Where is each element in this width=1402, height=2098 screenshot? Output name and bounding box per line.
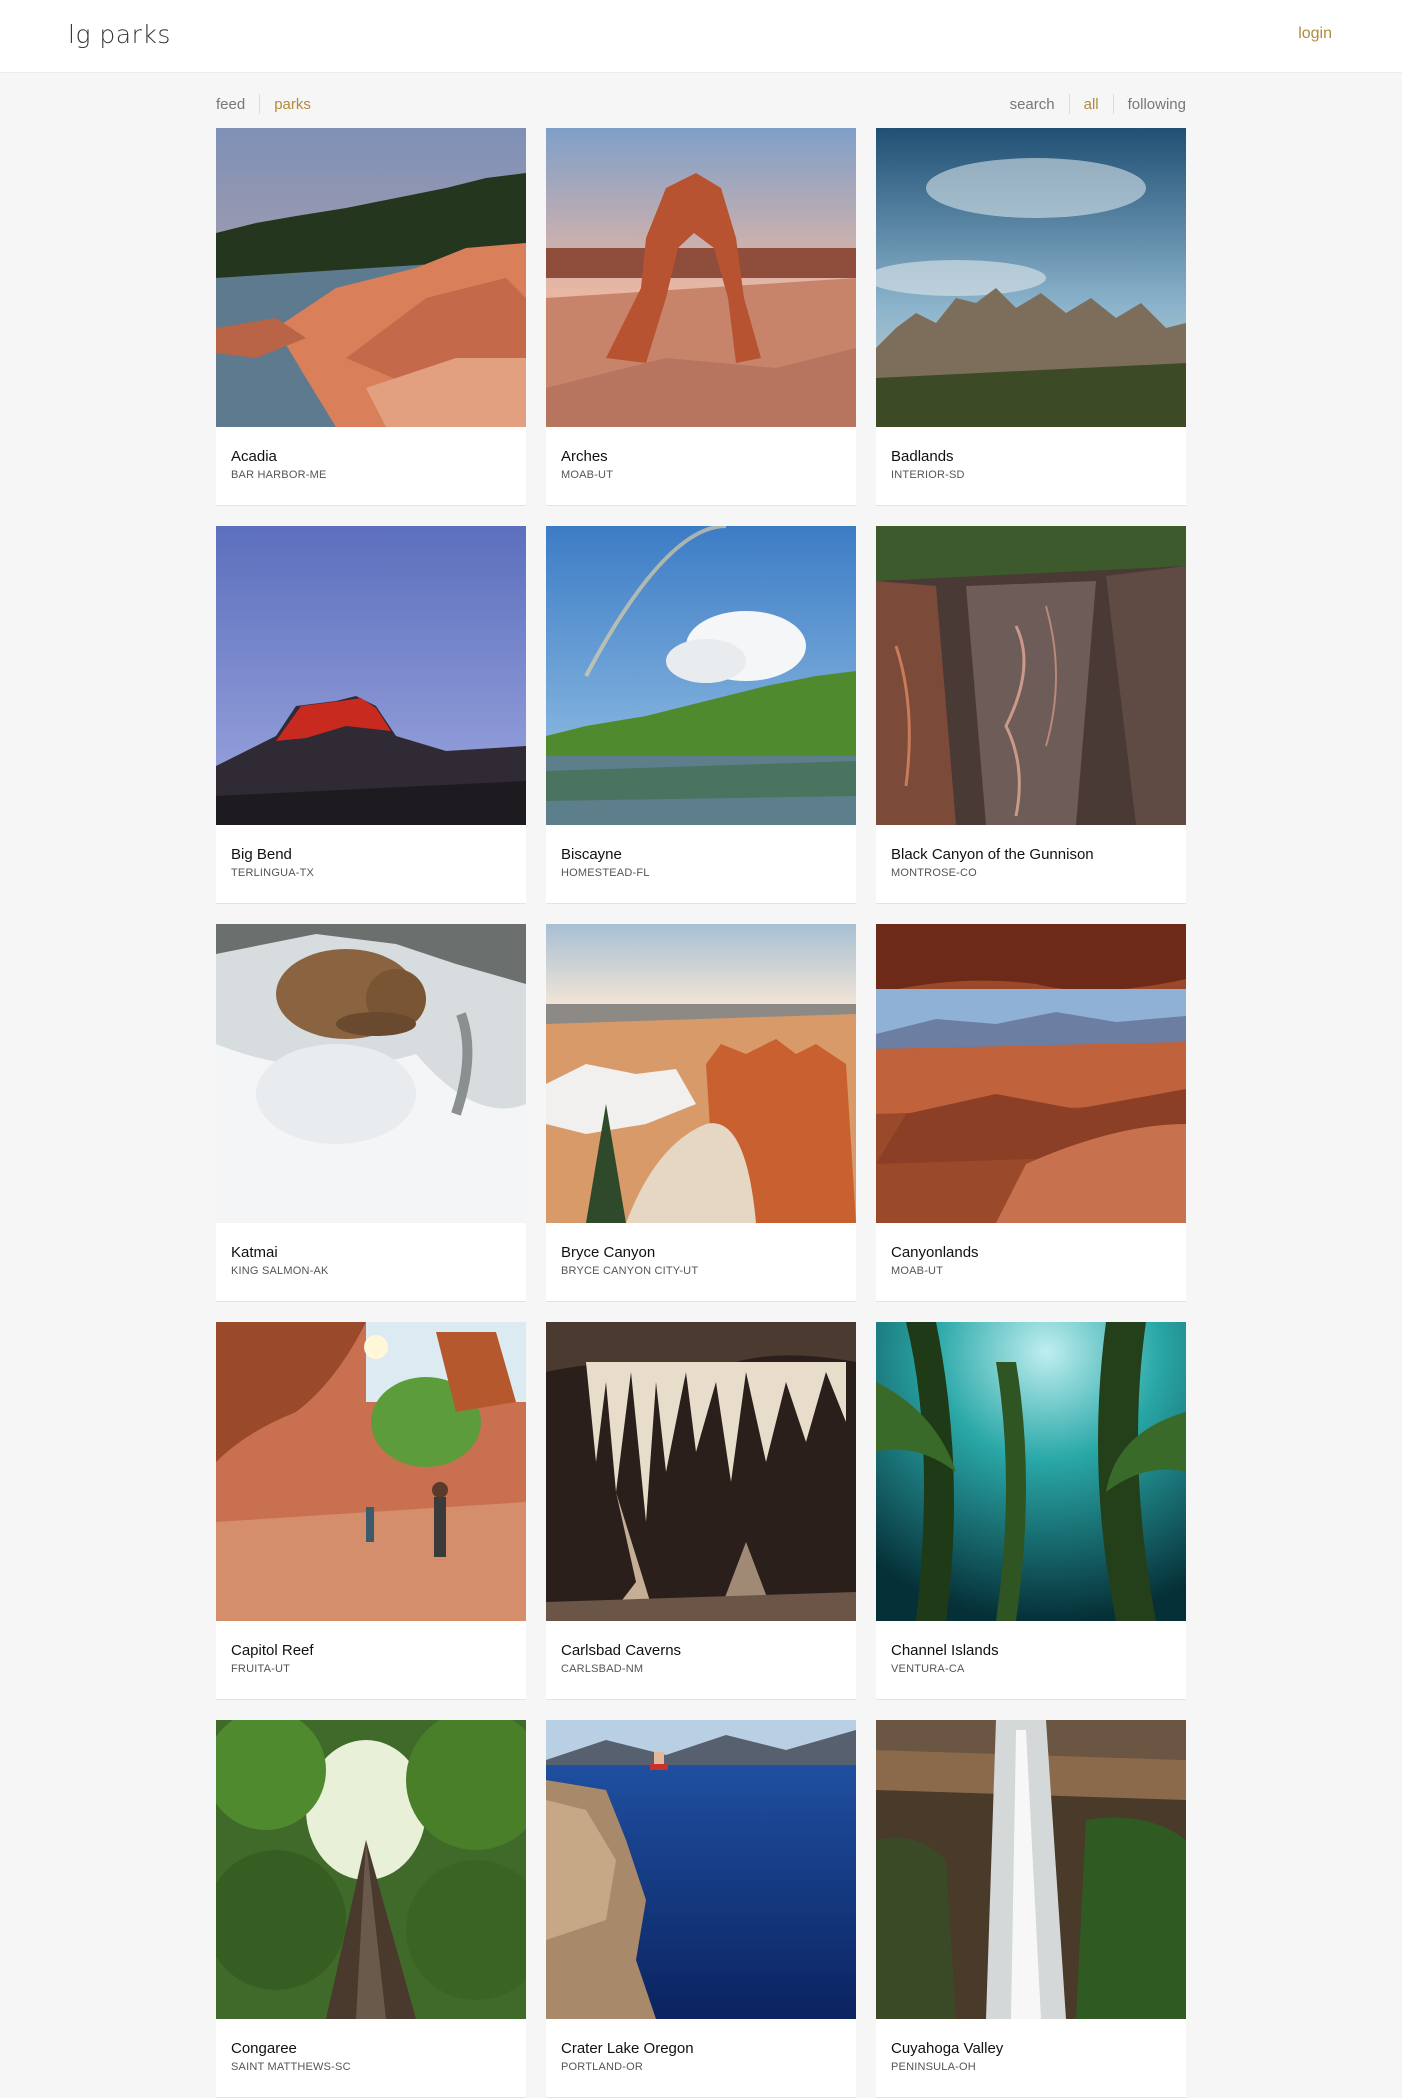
tab-parks[interactable]: parks <box>274 96 311 113</box>
filter-following[interactable]: following <box>1128 96 1186 113</box>
park-location: SAINT MATTHEWS-SC <box>231 2061 351 2073</box>
park-name: Big Bend <box>231 846 292 863</box>
park-name: Arches <box>561 448 608 465</box>
mesa-arch-view-photo <box>876 924 1186 1223</box>
search-link[interactable]: search <box>1010 96 1055 113</box>
park-name: Black Canyon of the Gunnison <box>891 846 1094 863</box>
park-card[interactable]: Cuyahoga Valley PENINSULA-OH <box>876 1720 1186 2098</box>
badlands-ridge-photo <box>876 128 1186 427</box>
park-name: Acadia <box>231 448 277 465</box>
hoodoos-snow-photo <box>546 924 856 1223</box>
park-card[interactable]: Capitol Reef FRUITA-UT <box>216 1322 526 1700</box>
park-card[interactable]: Carlsbad Caverns CARLSBAD-NM <box>546 1322 856 1700</box>
park-name: Congaree <box>231 2040 297 2057</box>
park-location: MONTROSE-CO <box>891 867 977 879</box>
park-location: CARLSBAD-NM <box>561 1663 644 1675</box>
parks-grid: Acadia BAR HARBOR-ME Arches MOAB-UT Badl… <box>216 128 1186 2098</box>
park-location: PORTLAND-OR <box>561 2061 644 2073</box>
park-card[interactable]: Congaree SAINT MATTHEWS-SC <box>216 1720 526 2098</box>
slot-canyon-hikers-photo <box>216 1322 526 1621</box>
park-location: BAR HARBOR-ME <box>231 469 327 481</box>
park-location: MOAB-UT <box>891 1265 944 1277</box>
park-location: VENTURA-CA <box>891 1663 965 1675</box>
park-card[interactable]: Canyonlands MOAB-UT <box>876 924 1186 1302</box>
park-card[interactable]: Big Bend TERLINGUA-TX <box>216 526 526 904</box>
park-card[interactable]: Biscayne HOMESTEAD-FL <box>546 526 856 904</box>
park-name: Channel Islands <box>891 1642 999 1659</box>
park-card[interactable]: Katmai KING SALMON-AK <box>216 924 526 1302</box>
park-location: KING SALMON-AK <box>231 1265 329 1277</box>
divider <box>1068 94 1070 114</box>
park-card[interactable]: Badlands INTERIOR-SD <box>876 128 1186 506</box>
park-name: Badlands <box>891 448 954 465</box>
park-location: FRUITA-UT <box>231 1663 291 1675</box>
site-logo[interactable]: lg parks <box>68 20 171 49</box>
top-bar: lg parks login <box>0 0 1402 73</box>
cliff-jump-lake-photo <box>546 1720 856 2019</box>
park-name: Bryce Canyon <box>561 1244 656 1261</box>
sub-navigation: feed parks search all following <box>216 90 1186 118</box>
park-location: INTERIOR-SD <box>891 469 965 481</box>
waterfall-photo <box>876 1720 1186 2019</box>
filter-all[interactable]: all <box>1084 96 1099 113</box>
park-card[interactable]: Channel Islands VENTURA-CA <box>876 1322 1186 1700</box>
park-card[interactable]: Arches MOAB-UT <box>546 128 856 506</box>
park-location: MOAB-UT <box>561 469 614 481</box>
tab-feed[interactable]: feed <box>216 96 245 113</box>
park-card[interactable]: Black Canyon of the Gunnison MONTROSE-CO <box>876 526 1186 904</box>
bear-waterfall-photo <box>216 924 526 1223</box>
park-name: Capitol Reef <box>231 1642 314 1659</box>
park-location: TERLINGUA-TX <box>231 867 315 879</box>
park-location: HOMESTEAD-FL <box>561 867 650 879</box>
park-card[interactable]: Crater Lake Oregon PORTLAND-OR <box>546 1720 856 2098</box>
delicate-arch-photo <box>546 128 856 427</box>
park-name: Katmai <box>231 1244 278 1261</box>
rocky-coast-photo <box>216 128 526 427</box>
park-name: Carlsbad Caverns <box>561 1642 682 1659</box>
view-tabs: feed parks <box>216 94 311 114</box>
divider <box>1112 94 1114 114</box>
park-location: BRYCE CANYON CITY-UT <box>561 1265 699 1277</box>
park-card[interactable]: Bryce Canyon BRYCE CANYON CITY-UT <box>546 924 856 1302</box>
park-location: PENINSULA-OH <box>891 2061 976 2073</box>
park-card[interactable]: Acadia BAR HARBOR-ME <box>216 128 526 506</box>
park-name: Canyonlands <box>891 1244 979 1261</box>
mangrove-rainbow-photo <box>546 526 856 825</box>
park-name: Cuyahoga Valley <box>891 2040 1004 2057</box>
kelp-forest-photo <box>876 1322 1186 1621</box>
filter-tabs: search all following <box>1010 94 1186 114</box>
park-name: Crater Lake Oregon <box>561 2040 694 2057</box>
red-mesa-photo <box>216 526 526 825</box>
canyon-wall-photo <box>876 526 1186 825</box>
divider <box>259 94 261 114</box>
park-name: Biscayne <box>561 846 622 863</box>
tall-tree-photo <box>216 1720 526 2019</box>
cave-formations-photo <box>546 1322 856 1621</box>
login-link[interactable]: login <box>1298 25 1332 43</box>
